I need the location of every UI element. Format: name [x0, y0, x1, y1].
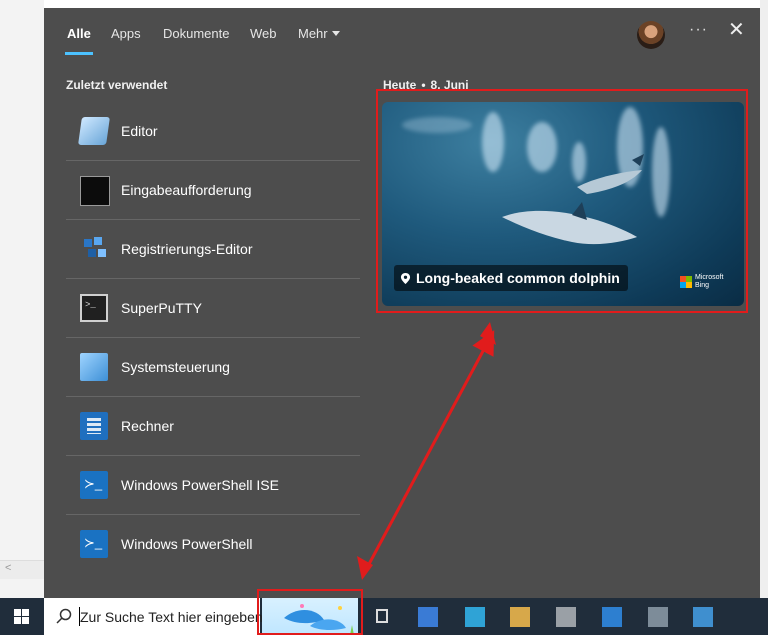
taskbar-app-6-icon[interactable] — [648, 607, 668, 627]
windows-start-icon[interactable] — [14, 609, 29, 624]
highlight-box-taskbar — [257, 589, 363, 635]
taskbar-app-3-icon[interactable] — [510, 607, 530, 627]
taskbar: Zur Suche Text hier eingeben — [0, 598, 768, 635]
taskbar-app-1-icon[interactable] — [418, 607, 438, 627]
search-box[interactable]: Zur Suche Text hier eingeben — [44, 598, 263, 635]
taskbar-app-2-icon[interactable] — [465, 607, 485, 627]
search-input[interactable]: Zur Suche Text hier eingeben — [80, 609, 263, 625]
taskbar-app-4-icon[interactable] — [556, 607, 576, 627]
taskbar-app-7-icon[interactable] — [693, 607, 713, 627]
search-icon — [56, 608, 72, 624]
taskbar-app-5-icon[interactable] — [602, 607, 622, 627]
task-view-icon[interactable] — [376, 609, 388, 623]
annotation-arrow — [357, 322, 496, 580]
